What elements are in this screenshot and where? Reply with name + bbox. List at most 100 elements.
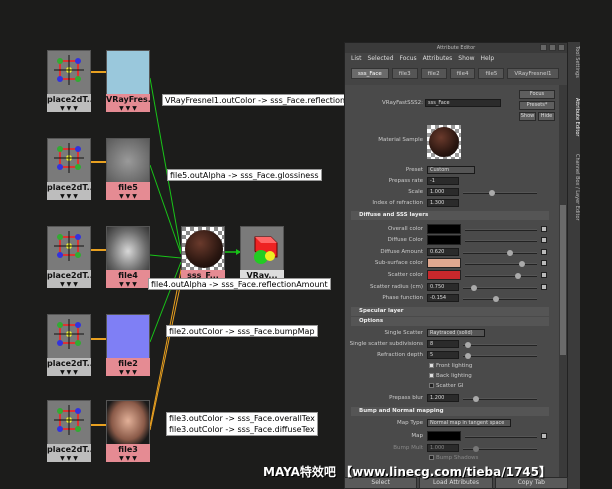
slider-handle[interactable] (471, 285, 477, 291)
prepass-blur-slider[interactable] (463, 396, 537, 402)
menu-help[interactable]: Help (480, 53, 494, 65)
scale-field[interactable]: 1.000 (427, 188, 459, 196)
map-slider[interactable] (465, 436, 537, 438)
minimize-button[interactable] (540, 44, 547, 51)
node-expand-bar[interactable]: ▼ ▼ ▼ (106, 193, 150, 200)
maximize-button[interactable] (549, 44, 556, 51)
place2d-node[interactable]: place2dT... ▼ ▼ ▼ (47, 138, 91, 200)
side-tab-tool-settings[interactable]: Tool Settings (568, 46, 580, 78)
single-scatter-dropdown[interactable]: Raytraced (solid) (427, 329, 485, 337)
refraction-depth-field[interactable]: 5 (427, 351, 459, 359)
scatter-color-slider[interactable] (465, 273, 537, 279)
subsurface-color-slider[interactable] (465, 261, 537, 267)
scatter-radius-slider[interactable] (463, 285, 537, 291)
prepass-rate-field[interactable]: -1 (427, 177, 459, 185)
front-lighting-checkbox[interactable]: Front lighting (429, 363, 472, 369)
place2d-node[interactable]: place2dT... ▼ ▼ ▼ (47, 50, 91, 112)
file2-node[interactable]: file2 ▼ ▼ ▼ (106, 314, 150, 376)
subsurface-color-swatch[interactable] (427, 258, 461, 268)
scatter-color-swatch[interactable] (427, 270, 461, 280)
scrollbar-thumb[interactable] (560, 205, 566, 355)
slider-handle[interactable] (465, 342, 471, 348)
presets-button[interactable]: Presets* (519, 101, 555, 110)
diffuse-color-slider[interactable] (465, 240, 537, 242)
node-name-field[interactable]: sss_Face (425, 99, 501, 107)
node-expand-bar[interactable]: ▼ ▼ ▼ (106, 369, 150, 376)
prepass-blur-field[interactable]: 1.200 (427, 394, 459, 402)
side-tab-attribute-editor[interactable]: Attribute Editor (568, 98, 580, 136)
slider-handle[interactable] (515, 273, 521, 279)
tab-file2[interactable]: file2 (420, 68, 447, 79)
tab-sss-face[interactable]: sss_Face (351, 68, 389, 79)
slider-handle[interactable] (519, 261, 525, 267)
slider-handle[interactable] (473, 446, 479, 452)
diffuse-color-swatch[interactable] (427, 235, 461, 245)
subdivisions-field[interactable]: 8 (427, 340, 459, 348)
place2d-node[interactable]: place2dT... ▼ ▼ ▼ (47, 314, 91, 376)
checker-map-icon[interactable] (541, 284, 547, 290)
close-button[interactable] (558, 44, 565, 51)
hide-button[interactable]: Hide (538, 112, 555, 121)
node-expand-bar[interactable]: ▼ ▼ ▼ (47, 369, 91, 376)
checker-map-icon[interactable] (541, 249, 547, 255)
back-lighting-checkbox[interactable]: Back lighting (429, 373, 472, 379)
preset-dropdown[interactable]: Custom (427, 166, 475, 174)
side-tab-channel-box[interactable]: Channel Box / Layer Editor (568, 154, 580, 221)
tab-file5[interactable]: file5 (478, 68, 505, 79)
scatter-gi-checkbox[interactable]: Scatter GI (429, 383, 463, 389)
phase-function-slider[interactable] (463, 296, 537, 302)
node-expand-bar[interactable]: ▼ ▼ ▼ (106, 105, 150, 112)
diffuse-amount-field[interactable]: 0.620 (427, 248, 459, 256)
tab-file3[interactable]: file3 (391, 68, 418, 79)
scale-slider[interactable] (463, 190, 537, 196)
bump-shadows-checkbox[interactable]: Bump Shadows (429, 455, 478, 461)
place2d-node[interactable]: place2dT... ▼ ▼ ▼ (47, 400, 91, 462)
phase-function-field[interactable]: -0.154 (427, 294, 459, 302)
menu-selected[interactable]: Selected (368, 53, 394, 65)
section-diffuse-sss[interactable]: Diffuse and SSS layers (351, 211, 549, 220)
node-expand-bar[interactable]: ▼ ▼ ▼ (47, 281, 91, 288)
overall-color-slider[interactable] (465, 229, 537, 231)
slider-handle[interactable] (507, 250, 513, 256)
slider-handle[interactable] (473, 396, 479, 402)
bump-mult-slider[interactable] (463, 446, 537, 452)
place2d-node[interactable]: place2dT... ▼ ▼ ▼ (47, 226, 91, 288)
checker-map-icon[interactable] (541, 272, 547, 278)
slider-handle[interactable] (489, 190, 495, 196)
tab-file4[interactable]: file4 (449, 68, 476, 79)
map-connected-icon[interactable] (541, 433, 547, 439)
section-specular[interactable]: Specular layer (351, 307, 549, 316)
ae-scrollbar[interactable] (559, 85, 567, 478)
tab-vrayfresnel1[interactable]: VRayFresnel1 (507, 68, 559, 79)
show-button[interactable]: Show (519, 112, 536, 121)
checker-map-icon[interactable] (541, 260, 547, 266)
file3-node[interactable]: file3 ▼ ▼ ▼ (106, 400, 150, 462)
diffuse-amount-slider[interactable] (463, 250, 537, 256)
menu-list[interactable]: List (351, 53, 362, 65)
bump-mult-field[interactable]: 1.000 (427, 444, 459, 452)
slider-handle[interactable] (493, 296, 499, 302)
map-type-dropdown[interactable]: Normal map in tangent space (427, 419, 511, 427)
section-bump-normal[interactable]: Bump and Normal mapping (351, 407, 549, 416)
node-expand-bar[interactable]: ▼ ▼ ▼ (106, 281, 150, 288)
subdivisions-slider[interactable] (463, 342, 537, 348)
map-connected-icon[interactable] (541, 237, 547, 243)
slider-handle[interactable] (465, 353, 471, 359)
node-expand-bar[interactable]: ▼ ▼ ▼ (106, 455, 150, 462)
file5-node[interactable]: file5 ▼ ▼ ▼ (106, 138, 150, 200)
node-expand-bar[interactable]: ▼ ▼ ▼ (47, 193, 91, 200)
section-options[interactable]: Options (351, 317, 549, 326)
menu-attributes[interactable]: Attributes (423, 53, 453, 65)
map-swatch[interactable] (427, 431, 461, 441)
node-expand-bar[interactable]: ▼ ▼ ▼ (47, 105, 91, 112)
scatter-radius-field[interactable]: 0.750 (427, 283, 459, 291)
focus-button[interactable]: Focus (519, 90, 555, 99)
menu-focus[interactable]: Focus (400, 53, 417, 65)
overall-color-swatch[interactable] (427, 224, 461, 234)
ior-field[interactable]: 1.300 (427, 199, 459, 207)
menu-show[interactable]: Show (458, 53, 474, 65)
map-connected-icon[interactable] (541, 226, 547, 232)
vrayfresnel-node[interactable]: VRayFres... ▼ ▼ ▼ (106, 50, 150, 112)
node-expand-bar[interactable]: ▼ ▼ ▼ (47, 455, 91, 462)
file4-node[interactable]: file4 ▼ ▼ ▼ (106, 226, 150, 288)
